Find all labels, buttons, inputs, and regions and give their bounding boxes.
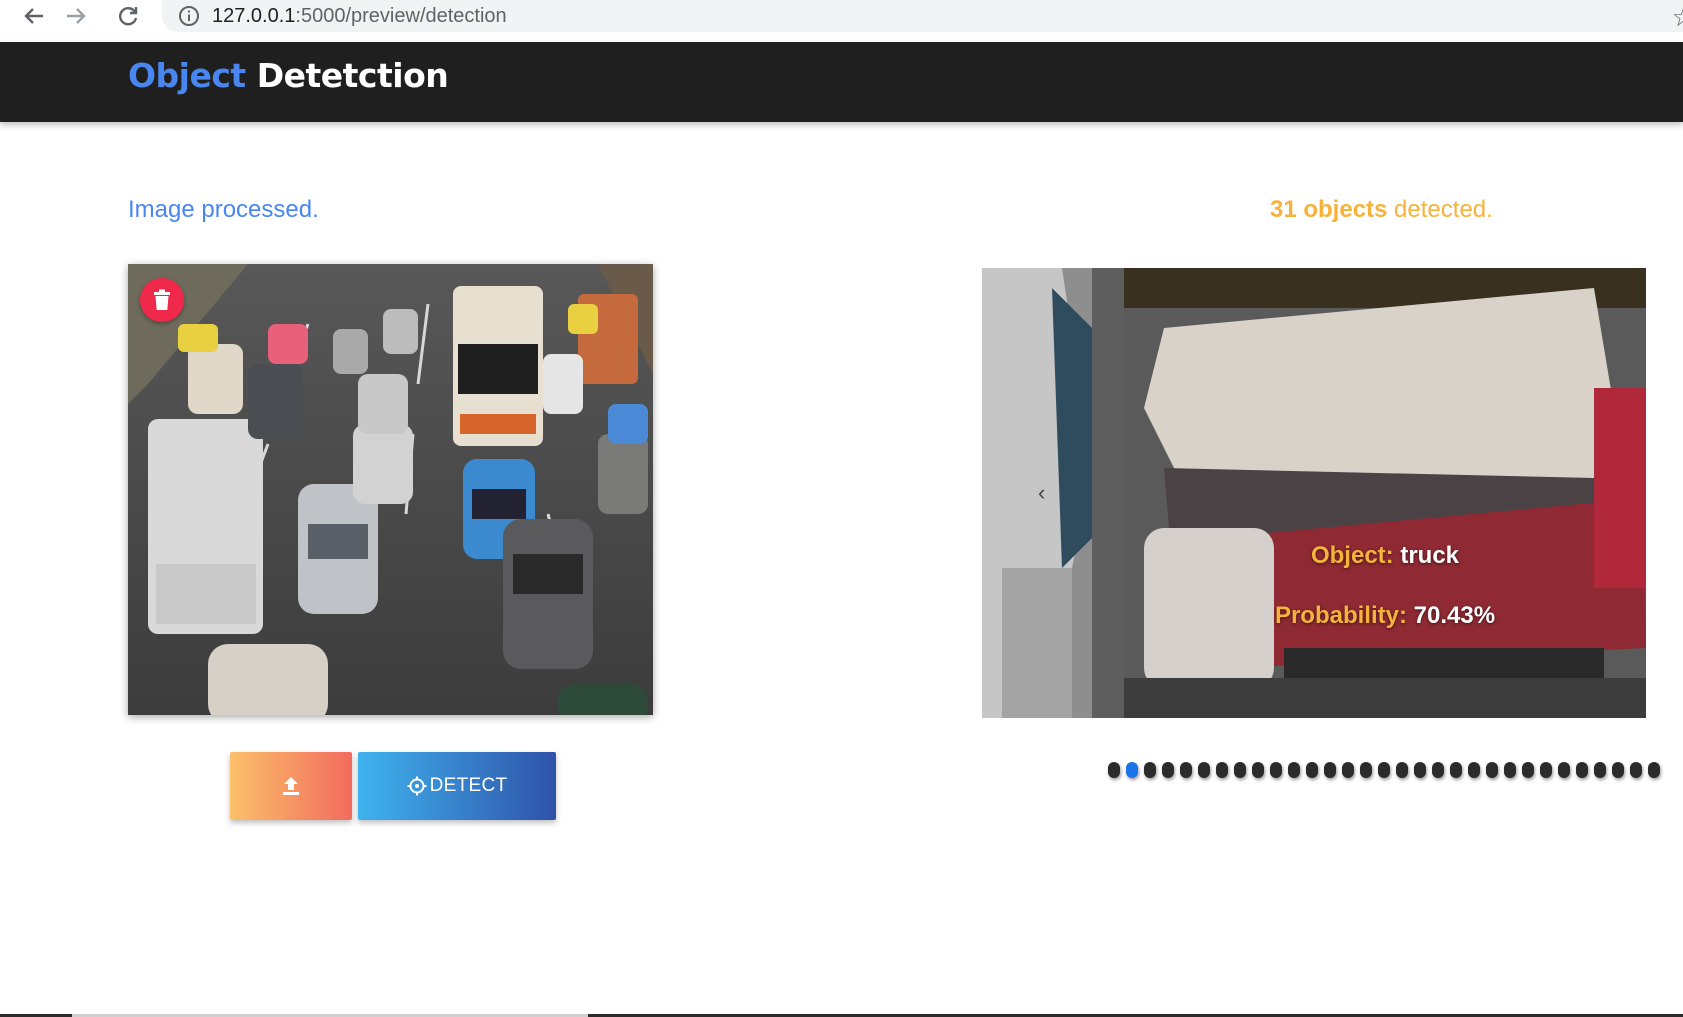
object-caption: Object: truck <box>1124 542 1646 570</box>
carousel-dot[interactable] <box>1432 762 1444 778</box>
carousel-dot[interactable] <box>1612 762 1624 778</box>
carousel-dot[interactable] <box>1342 762 1354 778</box>
brand-part2: Detetction <box>256 56 449 95</box>
url-text: 127.0.0.1:5000/preview/detection <box>212 4 507 27</box>
source-image <box>128 264 653 715</box>
carousel-dot[interactable] <box>1630 762 1642 778</box>
carousel-dot[interactable] <box>1252 762 1264 778</box>
carousel-dot[interactable] <box>1576 762 1588 778</box>
carousel-dot[interactable] <box>1522 762 1534 778</box>
forward-arrow-icon[interactable] <box>56 0 96 32</box>
carousel-indicators <box>1108 762 1660 778</box>
carousel-dot[interactable] <box>1126 762 1138 778</box>
carousel-dot[interactable] <box>1198 762 1210 778</box>
processed-status: Image processed. <box>128 196 319 223</box>
carousel-dot[interactable] <box>1450 762 1462 778</box>
traffic-photo <box>128 264 653 715</box>
brand-part1: Object <box>128 56 246 95</box>
info-icon[interactable] <box>178 5 200 32</box>
carousel-dot[interactable] <box>1594 762 1606 778</box>
detect-button[interactable]: DETECT <box>358 752 556 820</box>
carousel-dot[interactable] <box>1162 762 1174 778</box>
star-icon[interactable]: ☆ <box>1672 2 1683 33</box>
chevron-left-icon[interactable]: ‹ <box>1038 480 1045 506</box>
carousel-dot[interactable] <box>1540 762 1552 778</box>
upload-button[interactable] <box>230 752 352 820</box>
detect-label: DETECT <box>429 775 508 796</box>
carousel-dot[interactable] <box>1306 762 1318 778</box>
detection-carousel[interactable]: ‹ Object: truck Probability: 70.43% <box>982 268 1646 718</box>
carousel-dot[interactable] <box>1396 762 1408 778</box>
carousel-dot[interactable] <box>1270 762 1282 778</box>
probability-caption: Probability: 70.43% <box>1124 602 1646 630</box>
carousel-dot[interactable] <box>1486 762 1498 778</box>
carousel-dot[interactable] <box>1108 762 1120 778</box>
object-value: truck <box>1400 542 1460 569</box>
address-bar[interactable]: 127.0.0.1:5000/preview/detection <box>162 0 1683 32</box>
delete-image-button[interactable] <box>140 278 184 322</box>
carousel-dot[interactable] <box>1324 762 1336 778</box>
trash-icon <box>154 289 170 310</box>
carousel-dot[interactable] <box>1378 762 1390 778</box>
carousel-dot[interactable] <box>1414 762 1426 778</box>
carousel-dot[interactable] <box>1234 762 1246 778</box>
browser-toolbar: 127.0.0.1:5000/preview/detection ☆ <box>0 0 1683 42</box>
current-slide <box>1124 268 1646 718</box>
reload-icon[interactable] <box>108 0 148 32</box>
carousel-dot[interactable] <box>1468 762 1480 778</box>
previous-slide[interactable]: ‹ <box>982 268 1124 718</box>
app-header: Object Detetction <box>0 42 1683 122</box>
previous-crop-image <box>982 268 1124 718</box>
crosshair-icon <box>407 776 427 796</box>
upload-icon <box>283 777 299 795</box>
carousel-dot[interactable] <box>1216 762 1228 778</box>
detection-count-rest: detected. <box>1387 196 1493 223</box>
carousel-dot[interactable] <box>1360 762 1372 778</box>
back-arrow-icon[interactable] <box>14 0 54 32</box>
detection-count: 31 objects detected. <box>1270 196 1493 224</box>
carousel-dot[interactable] <box>1288 762 1300 778</box>
truck-crop-image <box>1124 268 1646 718</box>
detection-count-strong: 31 objects <box>1270 196 1388 223</box>
carousel-dot[interactable] <box>1504 762 1516 778</box>
probability-value: 70.43% <box>1413 602 1496 629</box>
object-key: Object: <box>1310 542 1394 569</box>
carousel-dot[interactable] <box>1180 762 1192 778</box>
carousel-dot[interactable] <box>1648 762 1660 778</box>
brand-title[interactable]: Object Detetction <box>128 56 449 95</box>
probability-key: Probability: <box>1274 602 1407 629</box>
carousel-dot[interactable] <box>1144 762 1156 778</box>
carousel-dot[interactable] <box>1558 762 1570 778</box>
